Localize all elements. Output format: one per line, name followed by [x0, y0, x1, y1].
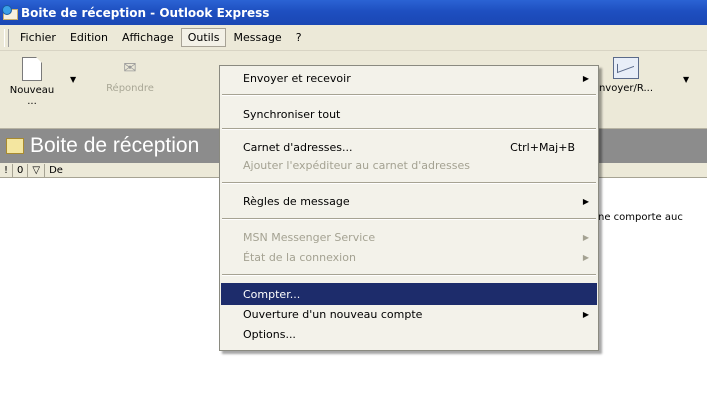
- new-message-button[interactable]: Nouveau ...: [4, 57, 60, 107]
- menu-fichier[interactable]: Fichier: [13, 28, 63, 47]
- toolbar-grip[interactable]: [4, 28, 9, 47]
- column-attachment[interactable]: 0: [13, 163, 29, 177]
- submenu-arrow-icon: ▶: [582, 73, 589, 83]
- empty-list-message: ne comporte auc: [598, 212, 683, 223]
- menu-separator: [222, 128, 596, 130]
- menu-separator: [222, 94, 596, 96]
- menu-item-msn-messenger[interactable]: MSN Messenger Service ▶: [221, 226, 597, 248]
- menu-item-label: Synchroniser tout: [243, 107, 341, 121]
- send-receive-label: nvoyer/R...: [598, 83, 654, 94]
- menu-item-accounts[interactable]: Compter...: [221, 283, 597, 305]
- submenu-arrow-icon: ▶: [582, 196, 589, 206]
- menu-item-label: Ajouter l'expéditeur au carnet d'adresse…: [243, 158, 471, 172]
- menu-item-label: Envoyer et recevoir: [243, 71, 351, 85]
- menu-item-label: Options...: [243, 327, 296, 341]
- menu-separator: [222, 218, 596, 220]
- menu-item-message-rules[interactable]: Règles de message ▶: [221, 190, 597, 212]
- menu-item-label: Ouverture d'un nouveau compte: [243, 307, 423, 321]
- menu-affichage[interactable]: Affichage: [115, 28, 181, 47]
- menu-item-label: Règles de message: [243, 194, 350, 208]
- reply-icon: ✉: [123, 58, 137, 77]
- menu-item-add-sender[interactable]: Ajouter l'expéditeur au carnet d'adresse…: [221, 154, 597, 176]
- submenu-arrow-icon: ▶: [582, 252, 589, 262]
- menu-item-label: Compter...: [243, 287, 301, 301]
- menu-item-sync-all[interactable]: Synchroniser tout: [221, 103, 597, 125]
- menu-item-shortcut: Ctrl+Maj+B: [510, 140, 575, 154]
- tools-dropdown-menu: Envoyer et recevoir ▶ Synchroniser tout …: [219, 65, 599, 351]
- send-receive-dropdown-icon[interactable]: ▼: [683, 75, 689, 84]
- menu-outils[interactable]: Outils: [180, 28, 227, 47]
- submenu-arrow-icon: ▶: [582, 309, 589, 319]
- menu-separator: [222, 274, 596, 276]
- menu-bar: Fichier Edition Affichage Outils Message…: [0, 25, 707, 51]
- inbox-icon: [6, 138, 24, 154]
- menu-item-connection-status[interactable]: État de la connexion ▶: [221, 246, 597, 268]
- reply-label: Répondre: [106, 83, 154, 94]
- submenu-arrow-icon: ▶: [582, 232, 589, 242]
- menu-item-new-account[interactable]: Ouverture d'un nouveau compte ▶: [221, 303, 597, 325]
- folder-title: Boite de réception: [30, 134, 200, 157]
- menu-item-label: MSN Messenger Service: [243, 230, 376, 244]
- column-from[interactable]: De: [45, 164, 67, 177]
- new-message-dropdown-icon[interactable]: ▼: [70, 75, 76, 84]
- menu-help[interactable]: ?: [289, 28, 309, 47]
- new-message-icon: [22, 57, 42, 81]
- menu-item-send-receive[interactable]: Envoyer et recevoir ▶: [221, 67, 597, 89]
- menu-message[interactable]: Message: [226, 28, 288, 47]
- new-message-label: Nouveau ...: [9, 85, 55, 107]
- reply-button[interactable]: ✉ Répondre: [100, 57, 160, 94]
- menu-item-options[interactable]: Options...: [221, 323, 597, 345]
- send-receive-icon: [613, 57, 639, 79]
- send-receive-button[interactable]: nvoyer/R...: [596, 57, 656, 94]
- menu-separator: [222, 182, 596, 184]
- column-flag[interactable]: ▽: [28, 163, 46, 177]
- title-bar[interactable]: Boite de réception - Outlook Express: [0, 0, 707, 25]
- menu-edition[interactable]: Edition: [63, 28, 115, 47]
- menu-item-label: Carnet d'adresses...: [243, 140, 353, 154]
- outlook-express-icon: [2, 4, 18, 21]
- column-priority[interactable]: !: [0, 163, 14, 177]
- menu-item-label: État de la connexion: [243, 250, 356, 264]
- window-title: Boite de réception - Outlook Express: [21, 5, 270, 20]
